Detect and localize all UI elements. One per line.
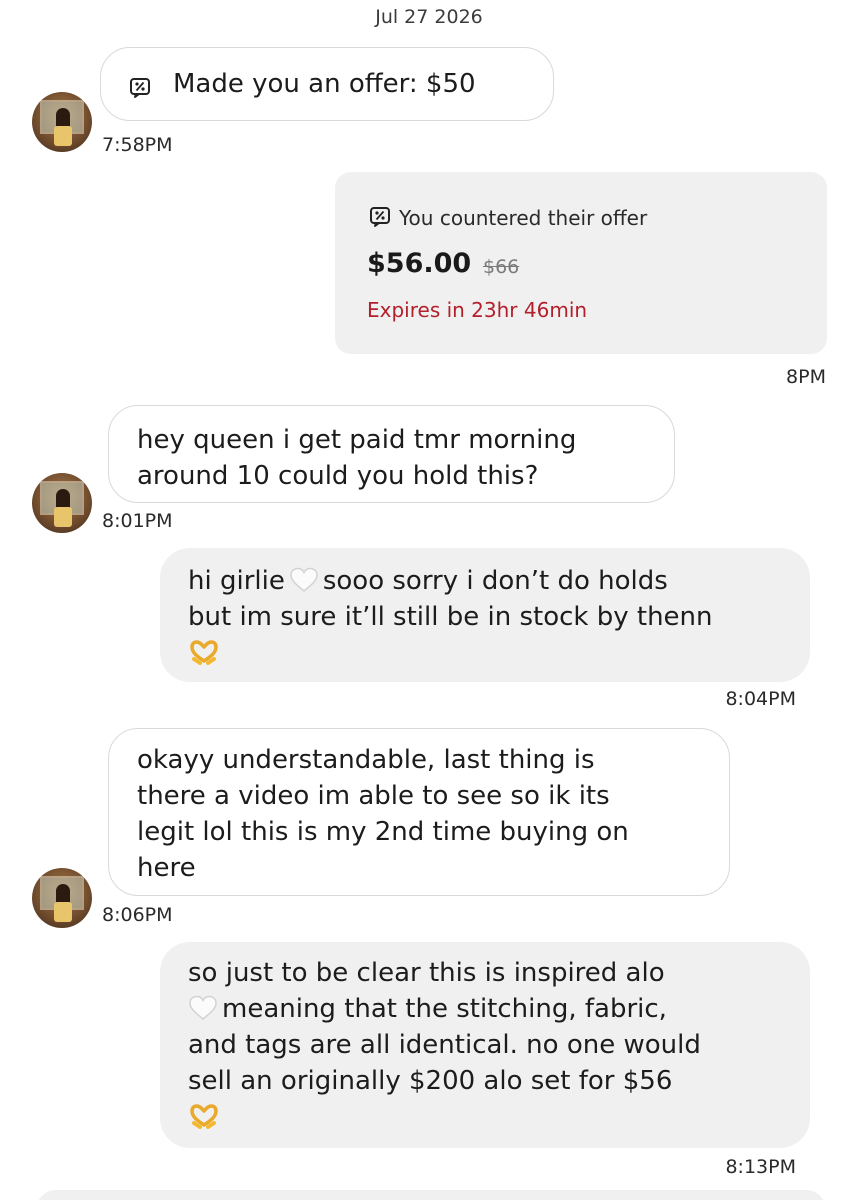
original-price: $66 [483, 256, 520, 278]
message-text: hi girlie [188, 566, 285, 596]
outgoing-message-bubble: so just to be clear this is inspired alo… [160, 942, 810, 1148]
message-line: here [137, 853, 196, 883]
sender-avatar[interactable] [32, 868, 92, 928]
white-heart-emoji [289, 567, 319, 593]
message-line [188, 1099, 810, 1135]
message-line: hi girlie sooo sorry i don’t do holds [188, 563, 810, 599]
discount-tag-icon [369, 206, 391, 233]
sender-avatar[interactable] [32, 92, 92, 152]
message-line: meaning that the stitching, fabric, [188, 991, 810, 1027]
sender-avatar[interactable] [32, 473, 92, 533]
counter-offer-heading-text: You countered their offer [399, 206, 648, 230]
message-line: sell an originally $200 alo set for $56 [188, 1066, 673, 1096]
incoming-message-bubble: hey queen i get paid tmr morning around … [108, 405, 675, 503]
message-line [188, 635, 810, 671]
message-line: hey queen i get paid tmr morning [137, 425, 577, 455]
heart-hands-emoji [188, 639, 220, 665]
counter-offer-price: $56.00 [367, 248, 472, 279]
date-header: Jul 27 2026 [375, 6, 483, 28]
offer-message-text: Made you an offer: $50 [173, 69, 476, 99]
message-line: around 10 could you hold this? [137, 461, 539, 491]
message-text: meaning that the stitching, fabric, [222, 994, 667, 1024]
outgoing-message-bubble: hi girlie sooo sorry i don’t do holds bu… [160, 548, 810, 682]
heart-hands-emoji [188, 1103, 220, 1129]
message-text: sooo sorry i don’t do holds [322, 566, 668, 596]
counter-offer-card[interactable]: You countered their offer $56.00 $66 Exp… [335, 172, 827, 354]
message-line: but im sure it’ll still be in stock by t… [188, 602, 713, 632]
discount-tag-icon [129, 73, 151, 109]
message-timestamp: 8:06PM [102, 904, 173, 926]
message-timestamp: 8PM [786, 366, 826, 388]
message-timestamp: 8:01PM [102, 510, 173, 532]
message-line: and tags are all identical. no one would [188, 1030, 701, 1060]
message-timestamp: 8:13PM [725, 1156, 796, 1178]
partial-message-bubble [36, 1190, 826, 1200]
message-line: so just to be clear this is inspired alo [188, 958, 665, 988]
message-line: legit lol this is my 2nd time buying on [137, 817, 629, 847]
message-line: there a video im able to see so ik its [137, 781, 610, 811]
incoming-message-bubble: okayy understandable, last thing is ther… [108, 728, 730, 896]
message-line: okayy understandable, last thing is [137, 745, 595, 775]
offer-expiry-text: Expires in 23hr 46min [367, 298, 588, 322]
message-timestamp: 7:58PM [102, 134, 173, 156]
counter-offer-heading: You countered their offer [369, 206, 647, 233]
white-heart-emoji [188, 995, 218, 1021]
incoming-offer-bubble: Made you an offer: $50 [100, 47, 554, 121]
message-timestamp: 8:04PM [725, 688, 796, 710]
